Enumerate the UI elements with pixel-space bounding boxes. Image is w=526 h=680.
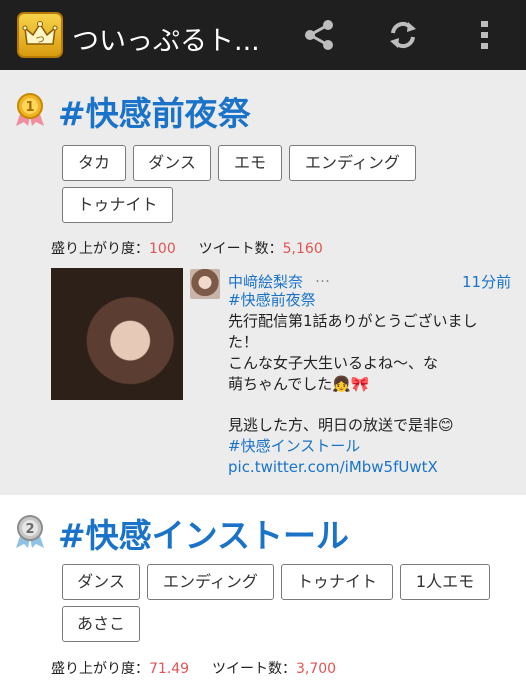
tweet-text-line: た！ bbox=[228, 333, 259, 351]
tag-button[interactable]: 1人エモ bbox=[400, 564, 490, 600]
app-title: ついっぷるト... bbox=[72, 26, 260, 57]
excitement-label: 盛り上がり度： bbox=[51, 661, 149, 677]
svg-text:2: 2 bbox=[25, 522, 34, 537]
tweet-menu[interactable]: … bbox=[315, 268, 330, 286]
tweet-text-line: 先行配信第1話ありがとうございまし bbox=[228, 312, 478, 330]
tweet-text-line: 見逃した方、明日の放送で是非😊 bbox=[228, 416, 454, 434]
tag-button[interactable]: あさこ bbox=[62, 606, 140, 642]
gold-medal-1-icon: 1 bbox=[14, 92, 46, 128]
svg-text:っ: っ bbox=[35, 32, 46, 45]
tweet-text-line: こんな女子大生いるよね〜、な bbox=[228, 354, 439, 372]
share-icon[interactable] bbox=[300, 16, 338, 54]
tag-button[interactable]: ダンス bbox=[62, 564, 140, 600]
tweet-photo[interactable] bbox=[51, 268, 183, 400]
topic-card-2[interactable]: 2 #快感インストール ダンス エンディング トゥナイト 1人エモ あさこ 盛り… bbox=[0, 495, 526, 680]
excitement-value: 71.49 bbox=[149, 661, 190, 677]
tweet-count-value: 3,700 bbox=[296, 661, 337, 677]
topic-title[interactable]: #快感インストール bbox=[58, 509, 349, 557]
tweet-hashtag-link[interactable]: #快感インストール bbox=[228, 436, 360, 457]
tag-button[interactable]: トゥナイト bbox=[62, 187, 173, 223]
tweet-timestamp: 11分前 bbox=[462, 273, 512, 291]
tag-button[interactable]: エモ bbox=[218, 145, 282, 181]
excitement-label: 盛り上がり度： bbox=[51, 241, 149, 257]
tweet-hashtag-link[interactable]: #快感前夜祭 bbox=[228, 290, 316, 311]
topic-card-1[interactable]: 1 #快感前夜祭 タカ ダンス エモ エンディング トゥナイト 盛り上がり度：1… bbox=[0, 70, 526, 495]
refresh-icon[interactable] bbox=[384, 16, 422, 54]
silver-medal-2-icon: 2 bbox=[14, 514, 46, 550]
topic-stats: 盛り上がり度：100 ツイート数：5,160 bbox=[51, 238, 323, 258]
tweet-text-line: 萌ちゃんでした👧🎀 bbox=[228, 375, 370, 393]
tag-button[interactable]: エンディング bbox=[289, 145, 416, 181]
topic-stats: 盛り上がり度：71.49 ツイート数：3,700 bbox=[51, 658, 336, 678]
tweet-count-label: ツイート数： bbox=[198, 241, 283, 257]
tweet-count-value: 5,160 bbox=[282, 241, 323, 257]
tweet-media-link[interactable]: pic.twitter.com/iMbw5fUwtX bbox=[228, 457, 438, 478]
crown-icon[interactable]: っ bbox=[17, 12, 63, 58]
tweet-count-label: ツイート数： bbox=[212, 661, 296, 677]
tag-button[interactable]: トゥナイト bbox=[281, 564, 393, 600]
avatar[interactable] bbox=[190, 269, 220, 299]
topic-title[interactable]: #快感前夜祭 bbox=[58, 87, 251, 135]
tweet-username[interactable]: 中﨑絵梨奈 bbox=[228, 271, 303, 292]
tag-button[interactable]: ダンス bbox=[133, 145, 211, 181]
tag-button[interactable]: エンディング bbox=[147, 564, 274, 600]
excitement-value: 100 bbox=[149, 241, 176, 257]
app-bar: っ ついっぷるト... bbox=[0, 0, 526, 70]
more-vert-icon[interactable] bbox=[470, 16, 500, 54]
svg-text:1: 1 bbox=[25, 100, 34, 115]
tag-button[interactable]: タカ bbox=[62, 145, 126, 181]
